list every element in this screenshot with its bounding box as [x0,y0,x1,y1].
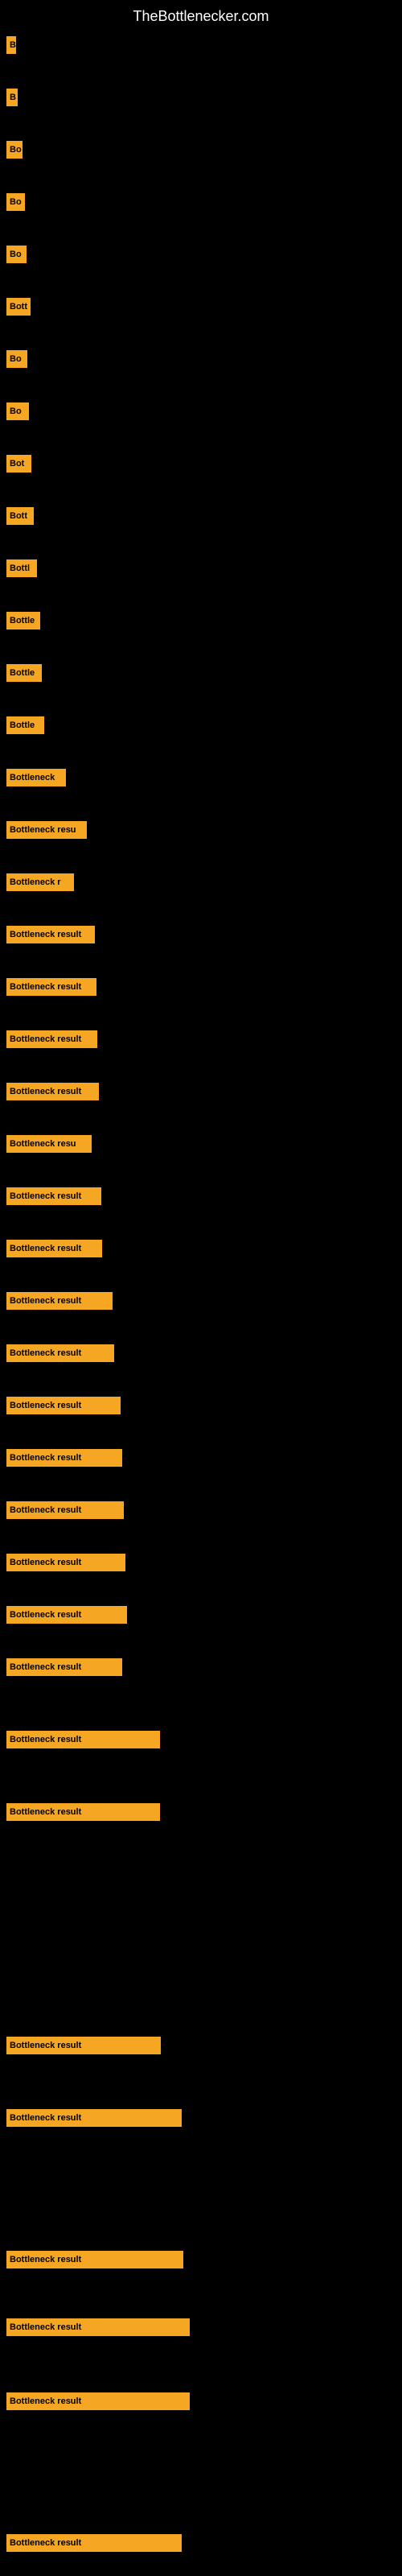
bar-4: Bo [6,193,25,211]
bar-9: Bot [6,455,31,473]
bar-26: Bottleneck result [6,1344,114,1362]
bar-13: Bottle [6,664,42,682]
bar-34: Bottleneck result [6,1803,160,1821]
bar-35: Bottleneck result [6,2037,161,2054]
bar-21: Bottleneck result [6,1083,99,1100]
site-title: TheBottlenecker.com [0,0,402,29]
bar-6: Bott [6,298,31,316]
bar-14: Bottle [6,716,44,734]
bar-25: Bottleneck result [6,1292,113,1310]
bar-20: Bottleneck result [6,1030,97,1048]
bar-22: Bottleneck resu [6,1135,92,1153]
bar-36: Bottleneck result [6,2109,182,2127]
bar-28: Bottleneck result [6,1449,122,1467]
bar-24: Bottleneck result [6,1240,102,1257]
bar-29: Bottleneck result [6,1501,124,1519]
bar-33: Bottleneck result [6,1731,160,1748]
bar-31: Bottleneck result [6,1606,127,1624]
bar-32: Bottleneck result [6,1658,122,1676]
bar-10: Bott [6,507,34,525]
bar-5: Bo [6,246,27,263]
bar-19: Bottleneck result [6,978,96,996]
bar-38: Bottleneck result [6,2318,190,2336]
bar-11: Bottl [6,559,37,577]
bar-3: Bo [6,141,23,159]
bar-2: B [6,89,18,106]
bar-39: Bottleneck result [6,2392,190,2410]
bar-30: Bottleneck result [6,1554,125,1571]
bar-12: Bottle [6,612,40,630]
bar-7: Bo [6,350,27,368]
bar-1: B [6,36,16,54]
bar-17: Bottleneck r [6,873,74,891]
bar-23: Bottleneck result [6,1187,101,1205]
bar-15: Bottleneck [6,769,66,786]
bar-18: Bottleneck result [6,926,95,943]
bar-27: Bottleneck result [6,1397,121,1414]
bar-40: Bottleneck result [6,2534,182,2552]
bar-16: Bottleneck resu [6,821,87,839]
bar-37: Bottleneck result [6,2251,183,2268]
bar-8: Bo [6,402,29,420]
